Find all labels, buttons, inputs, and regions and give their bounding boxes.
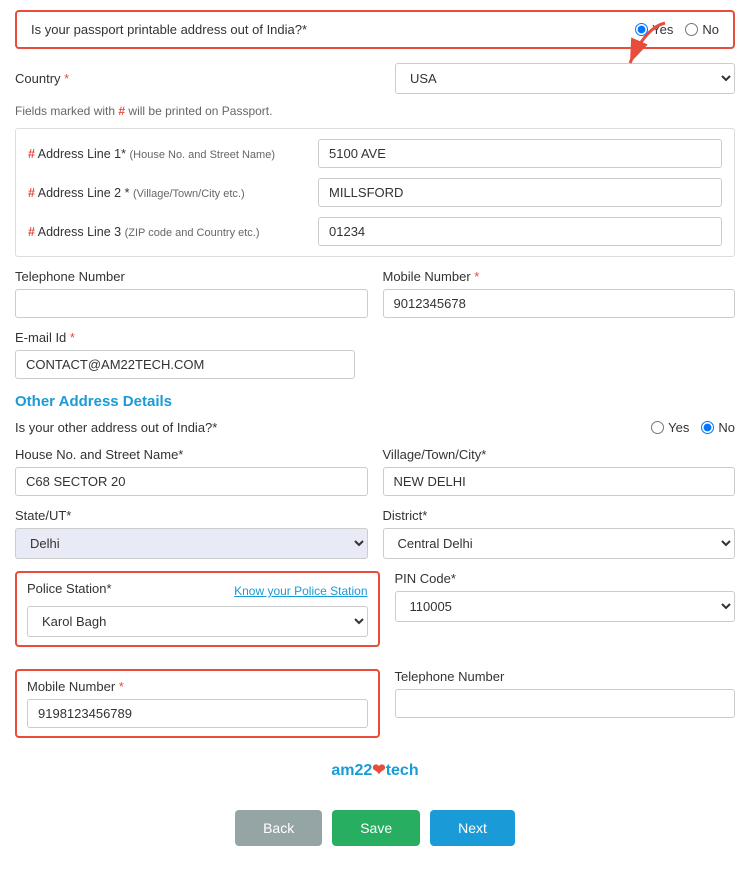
- next-button[interactable]: Next: [430, 810, 515, 846]
- address-line1-label: # Address Line 1* (House No. and Street …: [28, 147, 308, 161]
- other-addr-question-row: Is your other address out of India?* Yes…: [15, 420, 735, 435]
- village-label: Village/Town/City*: [383, 447, 736, 462]
- hash-symbol: #: [118, 104, 125, 118]
- mobile-telephone-row: Mobile Number * Telephone Number: [15, 669, 735, 748]
- mobile-label: Mobile Number *: [383, 269, 736, 284]
- other-address-title: Other Address Details: [15, 393, 735, 410]
- house-input[interactable]: [15, 467, 368, 496]
- police-label: Police Station*: [27, 581, 112, 596]
- brand-watermark-bottom: am22❤tech: [15, 760, 735, 780]
- telephone-col: Telephone Number: [15, 269, 368, 318]
- pin-label: PIN Code*: [395, 571, 736, 586]
- other-mobile-label: Mobile Number *: [27, 679, 368, 694]
- passport-question-box: Is your passport printable address out o…: [15, 10, 735, 49]
- police-select[interactable]: Karol Bagh Connaught Place Sadar Bazar P…: [27, 606, 368, 637]
- other-addr-no-input[interactable]: [701, 421, 714, 434]
- house-col: House No. and Street Name*: [15, 447, 368, 496]
- fields-note: Fields marked with # will be printed on …: [15, 104, 735, 118]
- address-line2-row: # Address Line 2 * (Village/Town/City et…: [28, 178, 722, 207]
- back-button[interactable]: Back: [235, 810, 322, 846]
- telephone-mobile-row: Telephone Number Mobile Number *: [15, 269, 735, 318]
- address-section: # Address Line 1* (House No. and Street …: [15, 128, 735, 257]
- telephone-input[interactable]: [15, 289, 368, 318]
- house-village-row: House No. and Street Name* Village/Town/…: [15, 447, 735, 496]
- other-telephone-label: Telephone Number: [395, 669, 736, 684]
- telephone-label: Telephone Number: [15, 269, 368, 284]
- country-select-wrap: USA India UK Canada Australia: [395, 63, 735, 94]
- country-label: Country *: [15, 71, 69, 86]
- know-police-link[interactable]: Know your Police Station: [234, 584, 367, 598]
- passport-no-input[interactable]: [685, 23, 698, 36]
- passport-question-label: Is your passport printable address out o…: [31, 22, 307, 37]
- police-pin-row: Police Station* Know your Police Station…: [15, 571, 735, 657]
- other-mobile-input[interactable]: [27, 699, 368, 728]
- pin-select[interactable]: 110005 110001 110002 110003: [395, 591, 736, 622]
- address-line1-input[interactable]: [318, 139, 722, 168]
- country-row: Country * USA India UK Canada Australia: [15, 63, 735, 94]
- other-addr-yes-input[interactable]: [651, 421, 664, 434]
- email-input[interactable]: [15, 350, 355, 379]
- mobile-input[interactable]: [383, 289, 736, 318]
- other-addr-question-label: Is your other address out of India?*: [15, 420, 217, 435]
- country-required: *: [64, 71, 69, 86]
- address-line3-row: # Address Line 3 (ZIP code and Country e…: [28, 217, 722, 246]
- country-select[interactable]: USA India UK Canada Australia: [395, 63, 735, 94]
- house-label: House No. and Street Name*: [15, 447, 368, 462]
- passport-radio-group: Yes No: [635, 22, 719, 37]
- other-mobile-col: Mobile Number *: [15, 669, 380, 738]
- passport-yes-input[interactable]: [635, 23, 648, 36]
- address-line2-label: # Address Line 2 * (Village/Town/City et…: [28, 186, 308, 200]
- state-district-row: State/UT* Delhi Maharashtra Karnataka Ta…: [15, 508, 735, 559]
- other-telephone-input[interactable]: [395, 689, 736, 718]
- other-addr-no-radio[interactable]: No: [701, 420, 735, 435]
- district-col: District* Central Delhi North Delhi Sout…: [383, 508, 736, 559]
- address-line3-label: # Address Line 3 (ZIP code and Country e…: [28, 225, 308, 239]
- district-label: District*: [383, 508, 736, 523]
- state-select[interactable]: Delhi Maharashtra Karnataka Tamil Nadu U…: [15, 528, 368, 559]
- save-button[interactable]: Save: [332, 810, 420, 846]
- address-line3-input[interactable]: [318, 217, 722, 246]
- bottom-buttons: Back Save Next: [15, 800, 735, 856]
- address-line1-row: # Address Line 1* (House No. and Street …: [28, 139, 722, 168]
- email-row: E-mail Id *: [15, 330, 735, 379]
- mobile-col: Mobile Number *: [383, 269, 736, 318]
- other-addr-radio-group: Yes No: [651, 420, 735, 435]
- state-label: State/UT*: [15, 508, 368, 523]
- village-col: Village/Town/City*: [383, 447, 736, 496]
- other-addr-yes-radio[interactable]: Yes: [651, 420, 689, 435]
- passport-yes-radio[interactable]: Yes: [635, 22, 673, 37]
- state-col: State/UT* Delhi Maharashtra Karnataka Ta…: [15, 508, 368, 559]
- passport-no-radio[interactable]: No: [685, 22, 719, 37]
- police-col: Police Station* Know your Police Station…: [15, 571, 380, 647]
- village-input[interactable]: [383, 467, 736, 496]
- police-header: Police Station* Know your Police Station: [27, 581, 368, 601]
- email-label: E-mail Id *: [15, 330, 735, 345]
- district-select[interactable]: Central Delhi North Delhi South Delhi Ea…: [383, 528, 736, 559]
- pin-col: PIN Code* 110005 110001 110002 110003: [395, 571, 736, 657]
- other-telephone-col: Telephone Number: [395, 669, 736, 748]
- address-line2-input[interactable]: [318, 178, 722, 207]
